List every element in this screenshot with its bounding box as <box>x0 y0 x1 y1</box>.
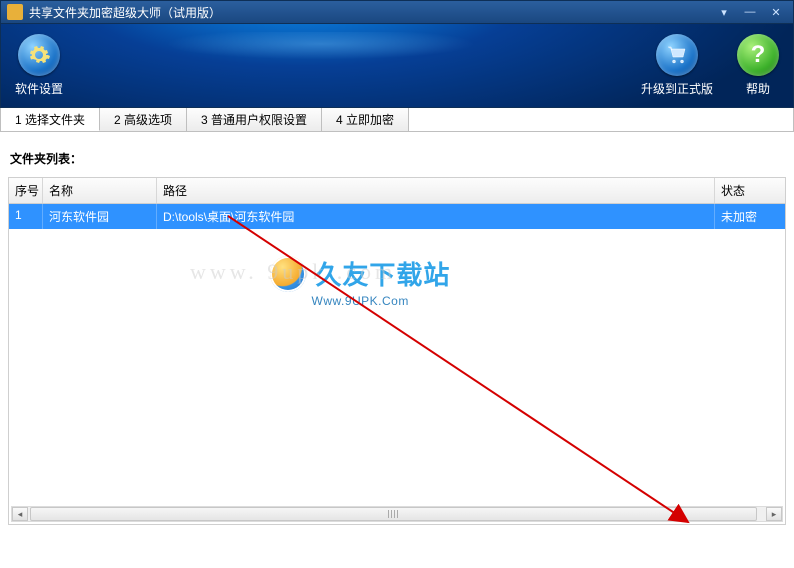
scroll-left-icon[interactable]: ◂ <box>12 507 28 521</box>
scroll-right-icon[interactable]: ▸ <box>766 507 782 521</box>
settings-button[interactable]: 软件设置 <box>15 34 63 97</box>
window-controls: ▾ — ✕ <box>713 4 787 20</box>
folder-table: 序号 名称 路径 状态 1 河东软件园 D:\tools\桌面\河东软件园 未加… <box>8 177 786 525</box>
scroll-thumb[interactable] <box>30 507 757 521</box>
column-status[interactable]: 状态 <box>715 178 785 203</box>
close-icon[interactable]: ✕ <box>765 4 787 20</box>
dropdown-icon[interactable]: ▾ <box>713 4 735 20</box>
help-label: 帮助 <box>746 80 770 97</box>
cart-icon <box>656 34 698 76</box>
column-path[interactable]: 路径 <box>157 178 715 203</box>
horizontal-scrollbar[interactable]: ◂ ▸ <box>11 506 783 522</box>
minimize-icon[interactable]: — <box>739 4 761 20</box>
question-icon: ? <box>737 34 779 76</box>
tab-select-folder[interactable]: 1 选择文件夹 <box>1 108 100 131</box>
settings-label: 软件设置 <box>15 80 63 97</box>
window-title: 共享文件夹加密超级大师（试用版） <box>29 4 221 21</box>
content-area: 文件夹列表： 序号 名称 路径 状态 1 河东软件园 D:\tools\桌面\河… <box>0 132 794 525</box>
titlebar: 共享文件夹加密超级大师（试用版） ▾ — ✕ <box>0 0 794 24</box>
tab-spacer <box>409 108 793 131</box>
app-icon <box>7 4 23 20</box>
help-button[interactable]: ? 帮助 <box>737 34 779 97</box>
column-index[interactable]: 序号 <box>9 178 43 203</box>
tab-encrypt-now[interactable]: 4 立即加密 <box>322 108 409 131</box>
cell-name: 河东软件园 <box>43 204 157 229</box>
tab-advanced[interactable]: 2 高级选项 <box>100 108 187 131</box>
table-header: 序号 名称 路径 状态 <box>9 178 785 204</box>
folder-list-label: 文件夹列表： <box>10 150 786 167</box>
upgrade-button[interactable]: 升级到正式版 <box>641 34 713 97</box>
cell-status: 未加密 <box>715 204 785 229</box>
upgrade-label: 升级到正式版 <box>641 80 713 97</box>
tab-permissions[interactable]: 3 普通用户权限设置 <box>187 108 322 131</box>
cell-index: 1 <box>9 204 43 229</box>
header-toolbar: 软件设置 升级到正式版 ? 帮助 <box>0 24 794 108</box>
table-row[interactable]: 1 河东软件园 D:\tools\桌面\河东软件园 未加密 <box>9 204 785 229</box>
tabs: 1 选择文件夹 2 高级选项 3 普通用户权限设置 4 立即加密 <box>0 108 794 132</box>
column-name[interactable]: 名称 <box>43 178 157 203</box>
cell-path: D:\tools\桌面\河东软件园 <box>157 204 715 229</box>
gear-icon <box>18 34 60 76</box>
scroll-track[interactable] <box>30 507 764 521</box>
